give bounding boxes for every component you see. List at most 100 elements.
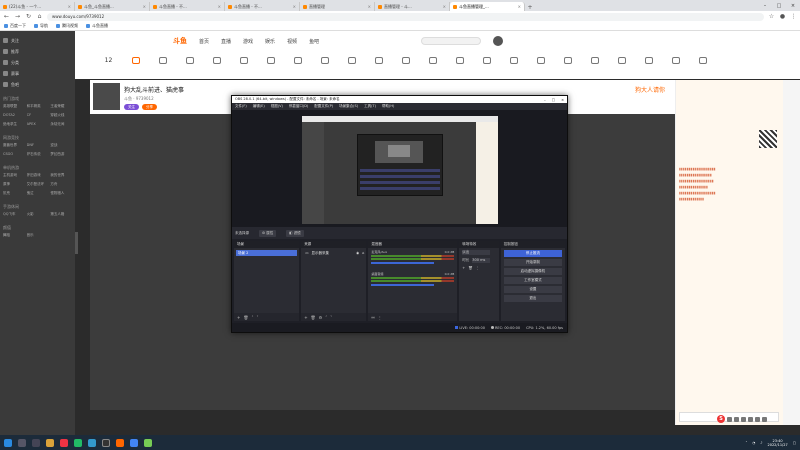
task-view-icon[interactable] [32,438,40,447]
nav-link[interactable]: 直播 [221,38,231,45]
nav-link[interactable]: 娱乐 [265,38,275,45]
douyu-icon[interactable] [116,438,124,447]
menu-item[interactable]: 停靠窗口(D) [289,104,308,109]
category-item[interactable] [176,57,203,66]
menu-item[interactable]: 工具(T) [364,104,376,109]
lock-icon[interactable]: ⌂ [362,250,364,256]
volume-icon[interactable]: ♪ [760,441,762,445]
clock[interactable]: 23:40 2022/11/27 [768,439,788,447]
toolbar-icon[interactable] [762,416,767,422]
chevron-up-icon[interactable]: ˄ [251,315,253,320]
category-item[interactable] [473,57,500,66]
browser-tab[interactable]: 直播管理 × [300,2,375,11]
browser-tab[interactable]: 斗鱼_斗鱼直播... × [75,2,150,11]
add-icon[interactable]: + [462,266,465,270]
close-icon[interactable]: × [293,4,296,9]
app-icon[interactable] [60,438,68,447]
more-icon[interactable]: ⋮ [378,315,382,320]
browser-tab[interactable]: 斗鱼直播 - 不... × [225,2,300,11]
sidebar-link[interactable]: 英雄联盟 [3,104,25,111]
menu-item[interactable]: 文件(F) [235,104,247,109]
new-tab-button[interactable]: + [525,4,535,11]
category-item[interactable] [635,57,662,66]
gear-icon[interactable]: ⚙ [319,315,323,320]
bookmark-item[interactable]: 导航 [34,23,48,29]
menu-item[interactable]: 编辑(E) [253,104,265,109]
category-item[interactable] [500,57,527,66]
close-icon[interactable]: × [68,4,71,9]
obs-icon[interactable] [102,438,110,447]
category-item[interactable] [662,57,689,66]
chevron-up-icon[interactable]: ˄ [325,315,327,320]
stop-streaming-button[interactable]: 停止推流 [503,250,562,257]
url-input[interactable]: www.douyu.com/9739012 [47,12,764,21]
sidebar-link[interactable]: 穿越火线 [50,113,72,120]
share-button[interactable]: 分享 [142,104,157,110]
more-icon[interactable]: ⋮ [476,266,480,270]
menu-item[interactable]: 帮助(H) [382,104,394,109]
sidebar-link[interactable]: 第五人格 [50,212,72,219]
reload-icon[interactable]: ↻ [25,13,32,20]
sidebar-link[interactable]: 怀旧游戏 [27,173,49,180]
sidebar-link[interactable]: 魔兽世界 [3,143,25,150]
maximize-icon[interactable]: □ [552,98,555,102]
category-item[interactable] [554,57,581,66]
menu-item[interactable]: 场景集合(S) [339,104,358,109]
close-icon[interactable]: × [518,4,521,9]
sidebar-link[interactable]: QQ飞车 [3,212,25,219]
bookmark-item[interactable]: 腾讯视频 [56,23,78,29]
exit-button[interactable]: 退出 [503,295,562,302]
trash-icon[interactable]: 🗑 [468,266,472,270]
sidebar-link[interactable]: 主机游戏 [3,173,25,180]
back-icon[interactable]: ← [3,13,10,20]
sidebar-link[interactable]: 永劫无间 [50,122,72,129]
close-icon[interactable]: × [368,4,371,9]
bookmark-item[interactable]: 百度一下 [4,23,26,29]
studio-mode-button[interactable]: 工作室模式 [503,277,562,284]
menu-icon[interactable]: ⋮ [790,13,797,20]
nav-link[interactable]: 鱼吧 [309,38,319,45]
notification-icon[interactable]: ▢ [793,441,796,445]
close-window-icon[interactable]: × [786,3,800,9]
close-icon[interactable]: × [443,4,446,9]
start-recording-button[interactable]: 开始录制 [503,259,562,266]
sidebar-link[interactable]: 火影 [27,212,49,219]
close-icon[interactable]: × [143,4,146,9]
duration-input[interactable]: 300 ms [472,257,491,263]
chevron-down-icon[interactable]: ˅ [256,315,258,320]
wechat-icon[interactable] [74,438,82,447]
nav-link[interactable]: 首页 [199,38,209,45]
category-item[interactable] [527,57,554,66]
star-icon[interactable]: ☆ [768,13,775,20]
properties-button[interactable]: ⚙ 属性 [259,229,277,237]
streamer-avatar[interactable] [93,83,120,110]
transition-select[interactable]: 淡出 [462,249,491,255]
settings-button[interactable]: 设置 [503,286,562,293]
category-item[interactable] [284,57,311,66]
category-item[interactable] [203,57,230,66]
app-icon[interactable] [88,438,96,447]
obs-titlebar[interactable]: OBS 28.0.1 (64-bit, windows) - 配置文件: 未命名… [232,96,567,103]
browser-tab[interactable]: (22)斗鱼 - 一个... × [0,2,75,11]
minimize-icon[interactable]: – [758,3,772,9]
sidebar-link[interactable]: 我的世界 [50,173,72,180]
toolbar-icon[interactable] [734,416,739,422]
category-item[interactable] [122,57,149,66]
sidebar-link[interactable]: 炉石传说 [27,152,49,159]
trash-icon[interactable]: 🗑 [311,315,316,320]
virtual-camera-button[interactable]: 启动虚拟摄像机 [503,268,562,275]
toolbar-icon[interactable] [727,416,732,422]
windows-start-icon[interactable] [4,438,12,447]
source-item[interactable]: ▭ 显示器采集 ◉ ⌂ [303,250,364,256]
sidebar-link[interactable]: 艾尔登法环 [27,182,49,189]
search-icon[interactable] [18,438,26,447]
maximize-icon[interactable]: □ [772,3,786,9]
nav-link[interactable]: 视频 [287,38,297,45]
sidebar-link[interactable]: 梦幻西游 [50,152,72,159]
profile-icon[interactable]: ● [779,13,786,20]
trash-icon[interactable]: 🗑 [243,315,248,320]
scene-item[interactable]: 场景 2 [236,250,298,256]
menu-item[interactable]: 配置文件(P) [314,104,333,109]
sidebar-link[interactable]: CF [27,113,49,120]
obs-preview[interactable] [232,110,567,227]
